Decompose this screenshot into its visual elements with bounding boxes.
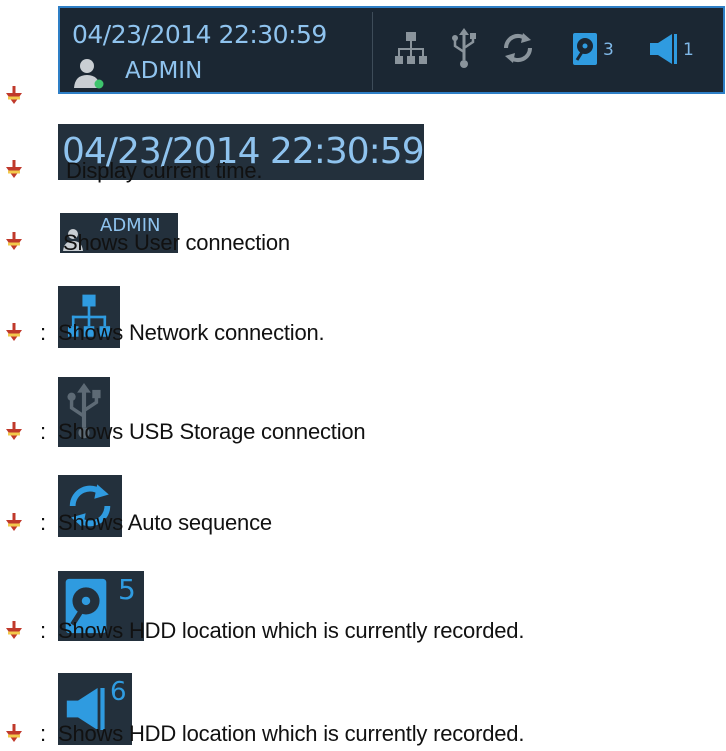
legend-colon: : [40, 510, 47, 535]
legend-text-auto-sequence: Shows Auto sequence [58, 510, 272, 535]
auto-sequence-icon [503, 33, 533, 63]
hdd-sample-count: 5 [118, 573, 136, 606]
bullet-arrow-icon [6, 724, 23, 744]
legend-text-time: Display current time. [66, 158, 263, 183]
hdd-icon [573, 33, 597, 65]
bullet-arrow-icon [6, 513, 23, 533]
bullet-arrow-icon [6, 422, 23, 442]
bullet-arrow-icon [6, 86, 23, 106]
usb-icon [452, 28, 476, 68]
legend-colon: : [40, 419, 47, 444]
network-icon [395, 32, 427, 64]
legend-colon: : [40, 721, 47, 746]
legend-text-user: Shows User connection [63, 230, 290, 255]
status-datetime: 04/23/2014 22:30:59 [72, 20, 327, 49]
legend-text-network: Shows Network connection. [58, 320, 325, 345]
speaker-icon [650, 34, 677, 64]
user-icon [74, 59, 104, 89]
status-bar: 04/23/2014 22:30:59 ADMIN 3 1 [58, 6, 725, 94]
speaker-sample-count: 6 [110, 677, 127, 707]
status-username: ADMIN [125, 58, 203, 84]
legend-colon: : [40, 618, 47, 643]
legend-text-hdd: Shows HDD location which is currently re… [58, 618, 525, 643]
hdd-count: 3 [603, 40, 614, 60]
bullet-arrow-icon [6, 160, 23, 180]
legend-text-audio: Shows HDD location which is currently re… [58, 721, 525, 746]
bullet-arrow-icon [6, 323, 23, 343]
status-divider [372, 12, 373, 90]
bullet-arrow-icon [6, 232, 23, 252]
bullet-arrow-icon [6, 621, 23, 641]
audio-count: 1 [683, 40, 694, 60]
legend-colon: : [40, 320, 47, 345]
legend-text-usb: Shows USB Storage connection [58, 419, 366, 444]
